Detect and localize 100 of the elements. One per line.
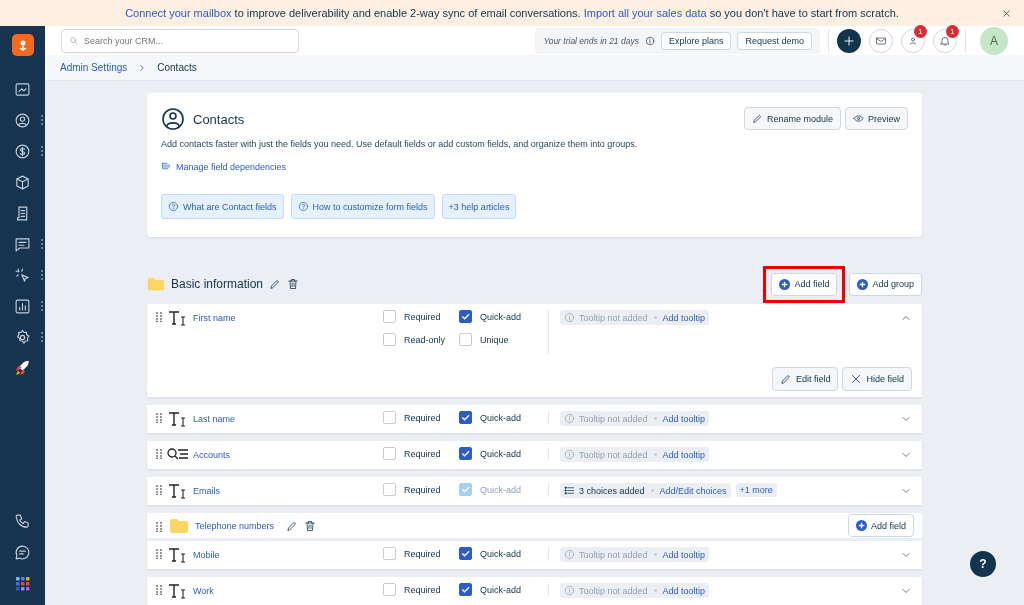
drag-handle-icon[interactable] xyxy=(155,585,163,595)
plan-button[interactable]: Request demo xyxy=(737,31,812,50)
field-name-link[interactable]: Mobile xyxy=(193,550,220,560)
dollar-icon xyxy=(14,143,31,160)
group-name[interactable]: Telephone numbers xyxy=(195,520,275,531)
app-logo[interactable] xyxy=(11,34,34,56)
rename-button[interactable]: Rename module xyxy=(743,107,841,130)
drag-handle-icon[interactable] xyxy=(155,413,163,423)
pencil-icon xyxy=(269,278,282,290)
tooltip-status-text: Tooltip not added xyxy=(579,413,648,424)
contacts-button[interactable]: 1 xyxy=(901,28,925,53)
add-group-button[interactable]: Add group xyxy=(849,272,922,296)
pencil-icon xyxy=(751,113,763,124)
field-name-link[interactable]: Work xyxy=(193,586,214,596)
app-grid-icon[interactable] xyxy=(15,576,30,591)
create-button[interactable] xyxy=(837,28,861,53)
tooltip-status-text: Tooltip not added xyxy=(579,449,648,460)
checkbox-label: Required xyxy=(404,484,441,495)
info-icon xyxy=(564,549,575,560)
drag-handle-icon[interactable] xyxy=(155,549,163,559)
checkbox[interactable] xyxy=(459,310,472,323)
add-tooltip-link[interactable]: Add tooltip xyxy=(662,449,706,460)
breadcrumb-link[interactable]: Admin Settings xyxy=(60,62,128,74)
add-field-button[interactable]: Add field xyxy=(847,514,914,537)
rocket-icon xyxy=(14,360,31,377)
tooltip-status-text: Tooltip not added xyxy=(579,585,648,596)
edit-choices-link[interactable]: Add/Edit choices xyxy=(659,485,727,496)
close-icon xyxy=(850,373,863,385)
text-field-icon xyxy=(168,310,188,326)
drag-handle-icon[interactable] xyxy=(155,521,163,532)
module-title: Contacts xyxy=(193,111,245,127)
dashboard-icon xyxy=(14,81,31,98)
checkbox[interactable] xyxy=(459,411,472,424)
banner-text: to improve deliverability and enable 2-way sync of email conversations. xyxy=(233,7,582,19)
banner-link[interactable]: Connect your mailbox xyxy=(125,7,232,19)
field-name-link[interactable]: Accounts xyxy=(193,450,231,460)
checkbox-label: Required xyxy=(404,448,441,459)
plus-circle-icon xyxy=(855,520,867,531)
help-button[interactable]: ? xyxy=(970,551,996,577)
breadcrumb-current: Contacts xyxy=(157,62,197,74)
banner-link[interactable]: Import all your sales data xyxy=(583,7,707,19)
check-icon xyxy=(461,449,470,458)
text-field-icon xyxy=(168,583,188,599)
preview-button[interactable]: Preview xyxy=(845,107,908,130)
checkbox-label: Required xyxy=(404,548,441,559)
choices-status-text: 3 choices added xyxy=(579,485,645,496)
plan-button[interactable]: Explore plans xyxy=(660,31,732,50)
folder-icon xyxy=(169,517,189,534)
checkbox-label: Quick-add xyxy=(480,548,522,559)
list-icon xyxy=(564,485,575,496)
text-field-icon xyxy=(168,483,188,499)
person-icon xyxy=(907,34,919,47)
drag-handle-icon[interactable] xyxy=(155,312,163,322)
add-tooltip-link[interactable]: Add tooltip xyxy=(662,413,706,424)
check-icon xyxy=(461,485,470,494)
notifications-button[interactable]: 1 xyxy=(933,28,957,53)
check-icon xyxy=(461,549,470,558)
checkbox[interactable] xyxy=(459,583,472,596)
text-field-icon xyxy=(168,411,188,427)
more-link[interactable]: +1 more xyxy=(735,483,777,497)
help-icon xyxy=(297,201,309,212)
edit-field-button[interactable]: Edit field xyxy=(771,367,839,391)
field-name-link[interactable]: Emails xyxy=(193,486,220,496)
search-list-icon xyxy=(167,447,189,461)
box-icon xyxy=(14,174,31,191)
checkbox-label: Quick-add xyxy=(480,448,522,459)
tooltip-status-text: Tooltip not added xyxy=(579,549,648,560)
cursor-sparkle-icon xyxy=(14,267,31,284)
checkbox-label: Required xyxy=(404,584,441,595)
help-article-button[interactable]: +3 help articles xyxy=(441,194,517,219)
help-article-button[interactable]: What are Contact fields xyxy=(161,194,284,219)
search-field[interactable]: Search your CRM... xyxy=(61,28,299,53)
add-tooltip-link[interactable]: Add tooltip xyxy=(662,585,706,596)
banner-text: so you don't have to start from scratch. xyxy=(708,7,899,19)
add-tooltip-link[interactable]: Add tooltip xyxy=(662,549,706,560)
checkbox-label: Unique xyxy=(480,334,509,345)
help-icon xyxy=(168,201,179,212)
add-tooltip-link[interactable]: Add tooltip xyxy=(662,312,706,323)
checkbox-label: Required xyxy=(404,311,441,322)
add-field-button[interactable]: Add field xyxy=(771,272,838,296)
field-name-link[interactable]: Last name xyxy=(193,414,236,424)
module-description: Add contacts faster with just the fields you need. Use default fields or add custom fields, and organize them into groups. xyxy=(161,139,639,149)
checkbox[interactable] xyxy=(459,447,472,460)
contact-icon xyxy=(14,112,31,129)
field-name-link[interactable]: First name xyxy=(193,313,236,323)
phone-icon xyxy=(14,513,31,530)
hide-field-button[interactable]: Hide field xyxy=(842,367,912,391)
drag-handle-icon[interactable] xyxy=(155,485,163,495)
info-icon xyxy=(644,35,655,46)
info-icon xyxy=(564,585,575,596)
mail-button[interactable] xyxy=(869,28,893,53)
check-icon xyxy=(461,413,470,422)
bar-chart-icon xyxy=(14,298,31,315)
drag-handle-icon[interactable] xyxy=(155,449,163,459)
dependencies-link[interactable]: Manage field dependencies xyxy=(176,161,287,172)
checkbox[interactable] xyxy=(459,547,472,560)
close-icon xyxy=(1001,8,1012,19)
help-article-button[interactable]: How to customize form fields xyxy=(290,194,435,219)
message-icon xyxy=(14,544,31,561)
user-avatar[interactable]: A xyxy=(980,26,1008,55)
